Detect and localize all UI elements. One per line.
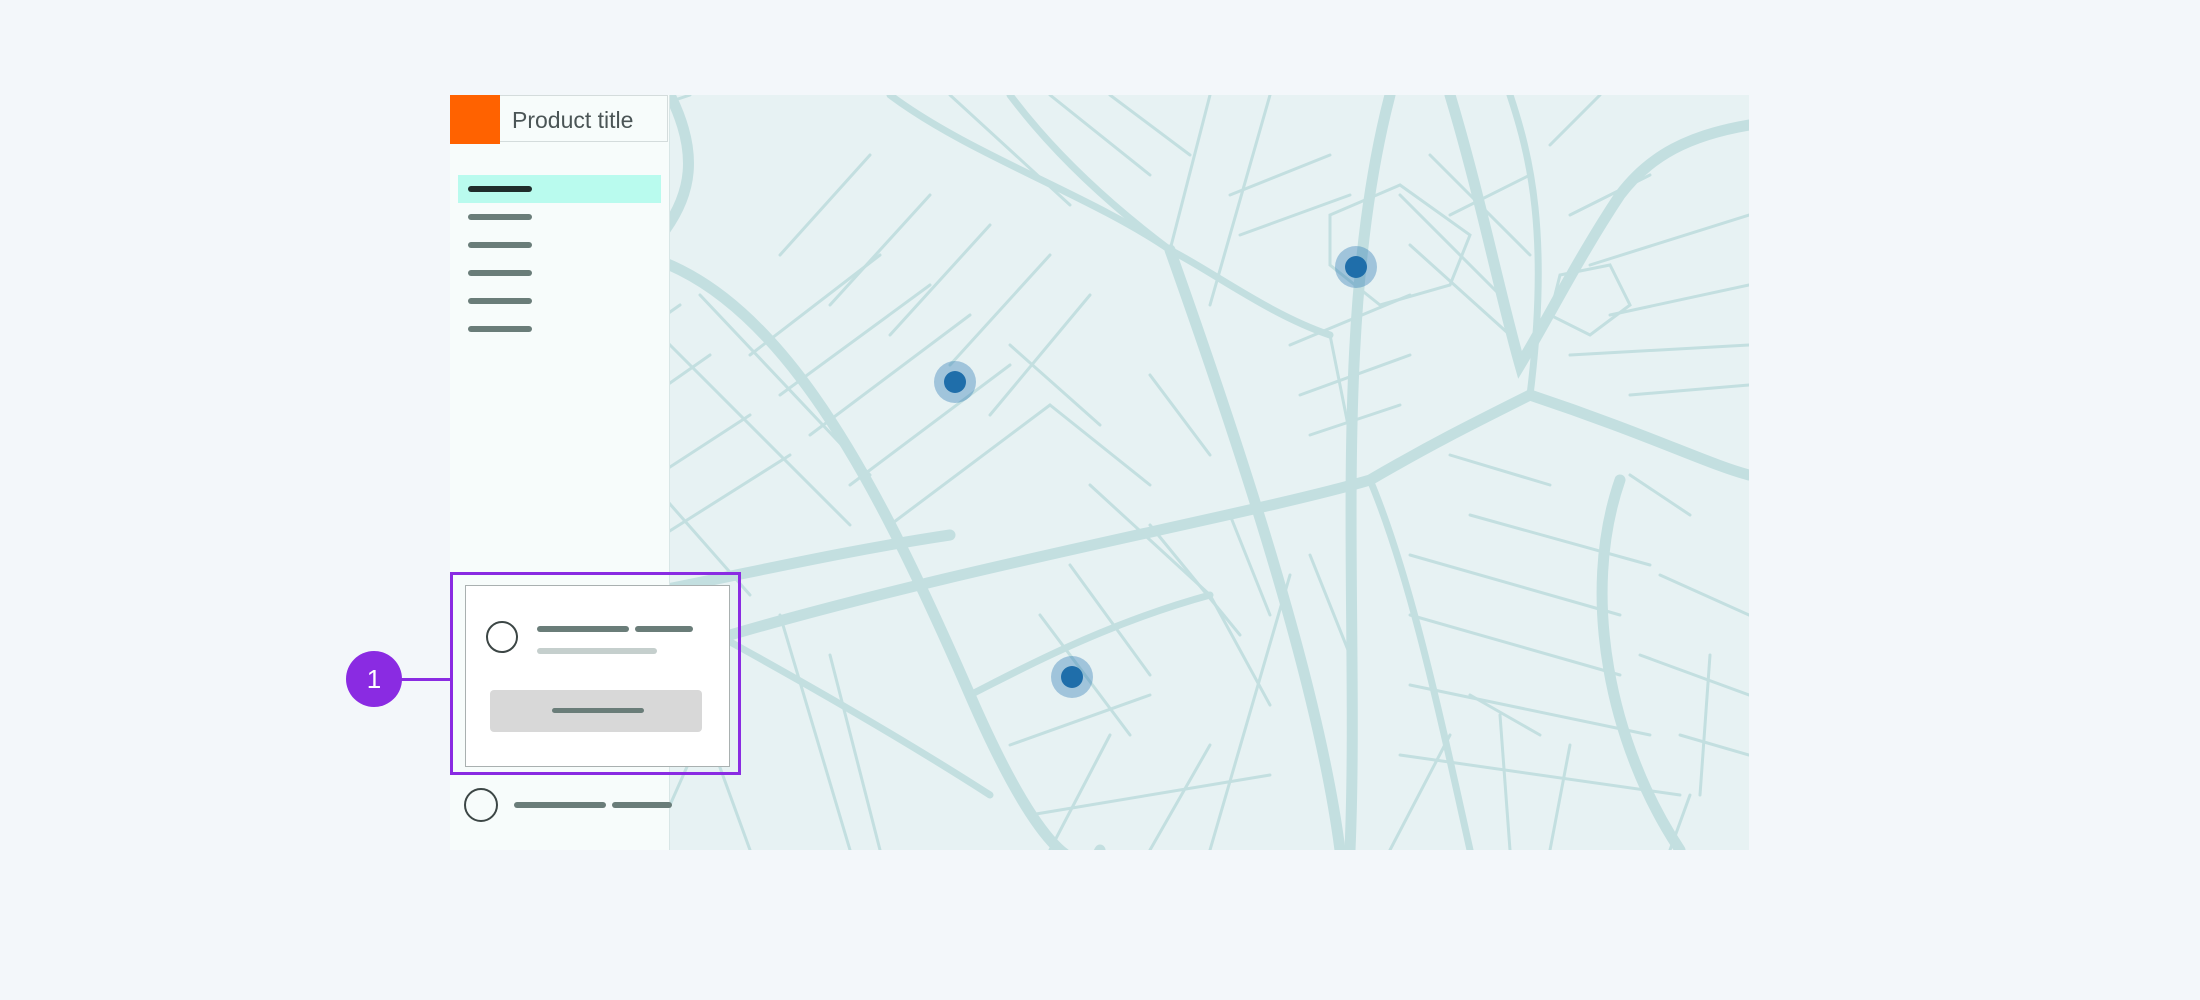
sidebar-nav-item[interactable] xyxy=(458,259,661,287)
callout-connector xyxy=(400,678,450,681)
user-avatar-icon xyxy=(486,621,518,653)
nav-item-label-placeholder xyxy=(468,298,532,304)
card-action-button[interactable] xyxy=(490,690,702,732)
nav-item-label-placeholder xyxy=(468,326,532,332)
card-subtitle-placeholder xyxy=(537,648,657,654)
nav-item-label-placeholder xyxy=(468,214,532,220)
nav-item-label-placeholder xyxy=(468,186,532,192)
sidebar-nav-item[interactable] xyxy=(458,231,661,259)
sidebar-nav-item[interactable] xyxy=(458,203,661,231)
sidebar-user[interactable] xyxy=(450,785,672,825)
sidebar-nav-item[interactable] xyxy=(458,287,661,315)
sidebar-nav-item[interactable] xyxy=(458,175,661,203)
user-avatar-icon xyxy=(464,788,498,822)
map-pin-icon[interactable] xyxy=(934,361,976,403)
user-name-placeholder xyxy=(514,802,606,808)
callout-highlight xyxy=(450,572,741,775)
product-logo[interactable] xyxy=(450,95,500,144)
nav-item-label-placeholder xyxy=(468,270,532,276)
map-pin-icon[interactable] xyxy=(1051,656,1093,698)
user-card xyxy=(465,585,730,767)
nav-item-label-placeholder xyxy=(468,242,532,248)
sidebar-nav-item[interactable] xyxy=(458,315,661,343)
sidebar-nav xyxy=(458,175,661,343)
product-title[interactable]: Product title xyxy=(500,95,668,142)
card-title-placeholder xyxy=(537,626,629,632)
button-label-placeholder xyxy=(552,708,644,713)
map-pin-icon[interactable] xyxy=(1335,246,1377,288)
user-detail-placeholder xyxy=(612,802,672,808)
card-title-placeholder xyxy=(635,626,693,632)
callout-badge: 1 xyxy=(346,651,402,707)
